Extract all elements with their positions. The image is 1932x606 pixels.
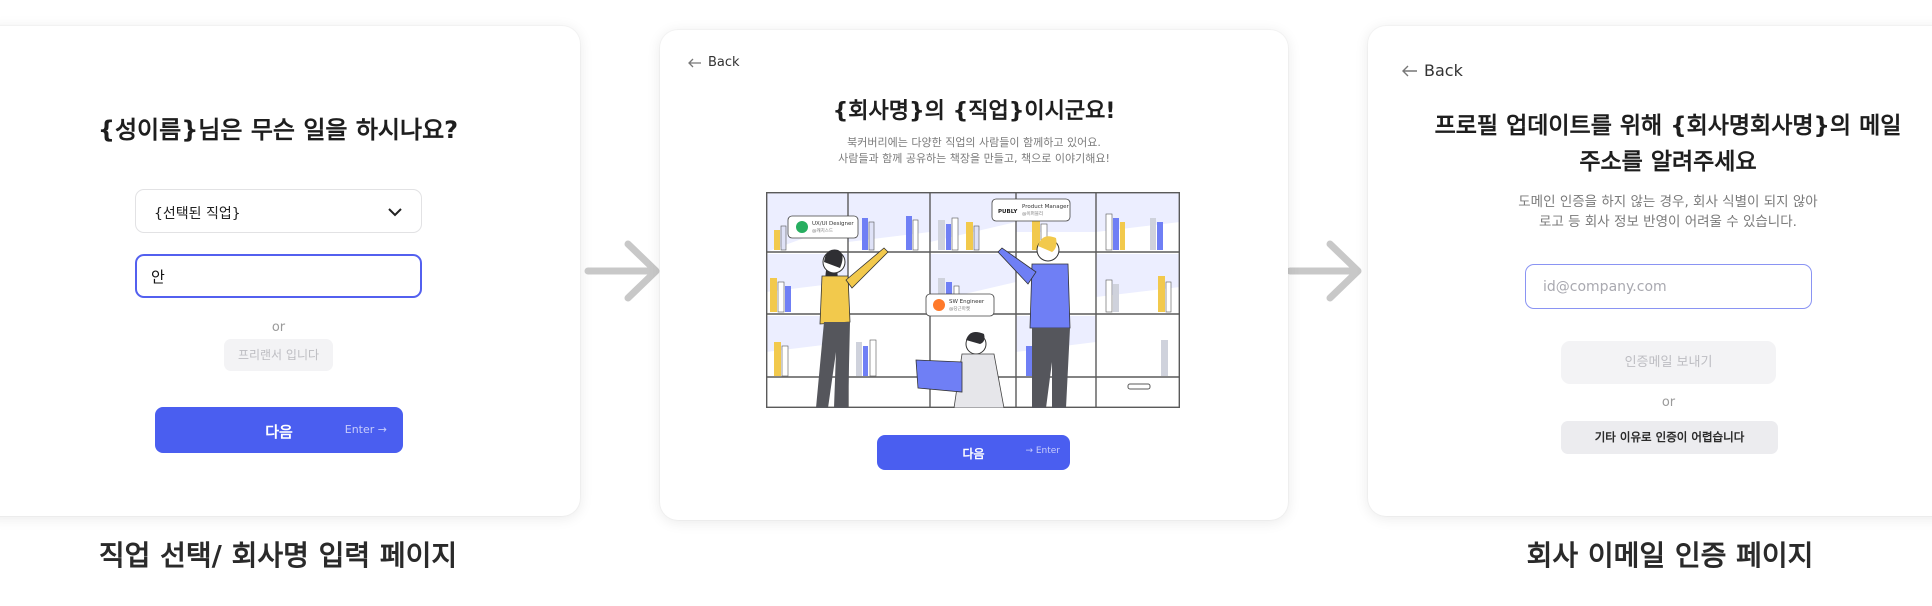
back-arrow-icon bbox=[1402, 65, 1417, 76]
bubble3-sub: @당근마켓 bbox=[949, 305, 970, 312]
bubble2-title: Product Manager bbox=[1022, 204, 1069, 210]
or-divider: or bbox=[1661, 395, 1676, 410]
page-caption-email: 회사 이메일 인증 페이지 bbox=[1526, 539, 1814, 572]
bubble3-title: SW Engineer bbox=[949, 299, 985, 305]
bubble1-title: UX/UI Designer bbox=[812, 221, 854, 227]
email-title-line1: 프로필 업데이트를 위해 {회사명회사명}의 메일 bbox=[1434, 113, 1902, 139]
flow-arrow-icon bbox=[1286, 240, 1362, 302]
page-caption-job: 직업 선택/ 회사명 입력 페이지 bbox=[98, 539, 458, 572]
confirm-desc-line2: 사람들과 함께 공유하는 책장을 만들고, 책으로 이야기해요! bbox=[838, 152, 1110, 165]
email-desc-line1: 도메인 인증을 하지 않는 경우, 회사 식별이 되지 않아 bbox=[1518, 194, 1818, 210]
enter-hint: → Enter bbox=[1025, 446, 1060, 456]
back-arrow-icon bbox=[688, 58, 701, 67]
back-link[interactable]: Back bbox=[1402, 61, 1463, 80]
chevron-down-icon bbox=[388, 208, 402, 217]
job-question-title: {성이름}님은 무슨 일을 하시나요? bbox=[97, 116, 459, 144]
bubble2-sub: @이퍼블리 bbox=[1022, 210, 1043, 217]
other-reason-button[interactable]: 기타 이유로 인증이 어렵습니다 bbox=[1561, 421, 1778, 454]
send-verification-button[interactable]: 인증메일 보내기 bbox=[1561, 341, 1776, 384]
or-divider: or bbox=[271, 320, 286, 335]
bookshelf-illustration: UX/UI Designer @캐치스드 PUBLY Product Manag… bbox=[766, 192, 1180, 408]
confirm-desc-line1: 북커버리에는 다양한 직업의 사람들이 함께하고 있어요. bbox=[847, 136, 1101, 149]
confirm-title: {회사명}의 {직업}이시군요! bbox=[832, 99, 1116, 124]
selected-job-value: {선택된 직업} bbox=[154, 206, 241, 222]
bubble2-logo: PUBLY bbox=[998, 209, 1018, 215]
flow-arrow-icon bbox=[584, 240, 660, 302]
email-title-line2: 주소를 알려주세요 bbox=[1579, 149, 1757, 175]
back-label: Back bbox=[1424, 61, 1463, 80]
back-label: Back bbox=[708, 55, 740, 70]
next-button[interactable]: 다음 Enter → bbox=[155, 407, 403, 453]
enter-hint: Enter → bbox=[344, 423, 387, 436]
email-input[interactable] bbox=[1525, 264, 1812, 309]
next-button[interactable]: 다음 → Enter bbox=[877, 435, 1070, 470]
email-desc-line2: 로고 등 회사 정보 반영이 어려울 수 있습니다. bbox=[1539, 214, 1797, 230]
job-select-dropdown[interactable]: {선택된 직업} bbox=[135, 189, 422, 233]
back-link[interactable]: Back bbox=[688, 55, 740, 70]
bubble1-sub: @캐치스드 bbox=[812, 227, 833, 234]
company-name-input[interactable] bbox=[135, 254, 422, 298]
freelancer-button[interactable]: 프리랜서 입니다 bbox=[224, 339, 333, 371]
email-title: 프로필 업데이트를 위해 {회사명회사명}의 메일 주소를 알려주세요 bbox=[1420, 108, 1916, 180]
